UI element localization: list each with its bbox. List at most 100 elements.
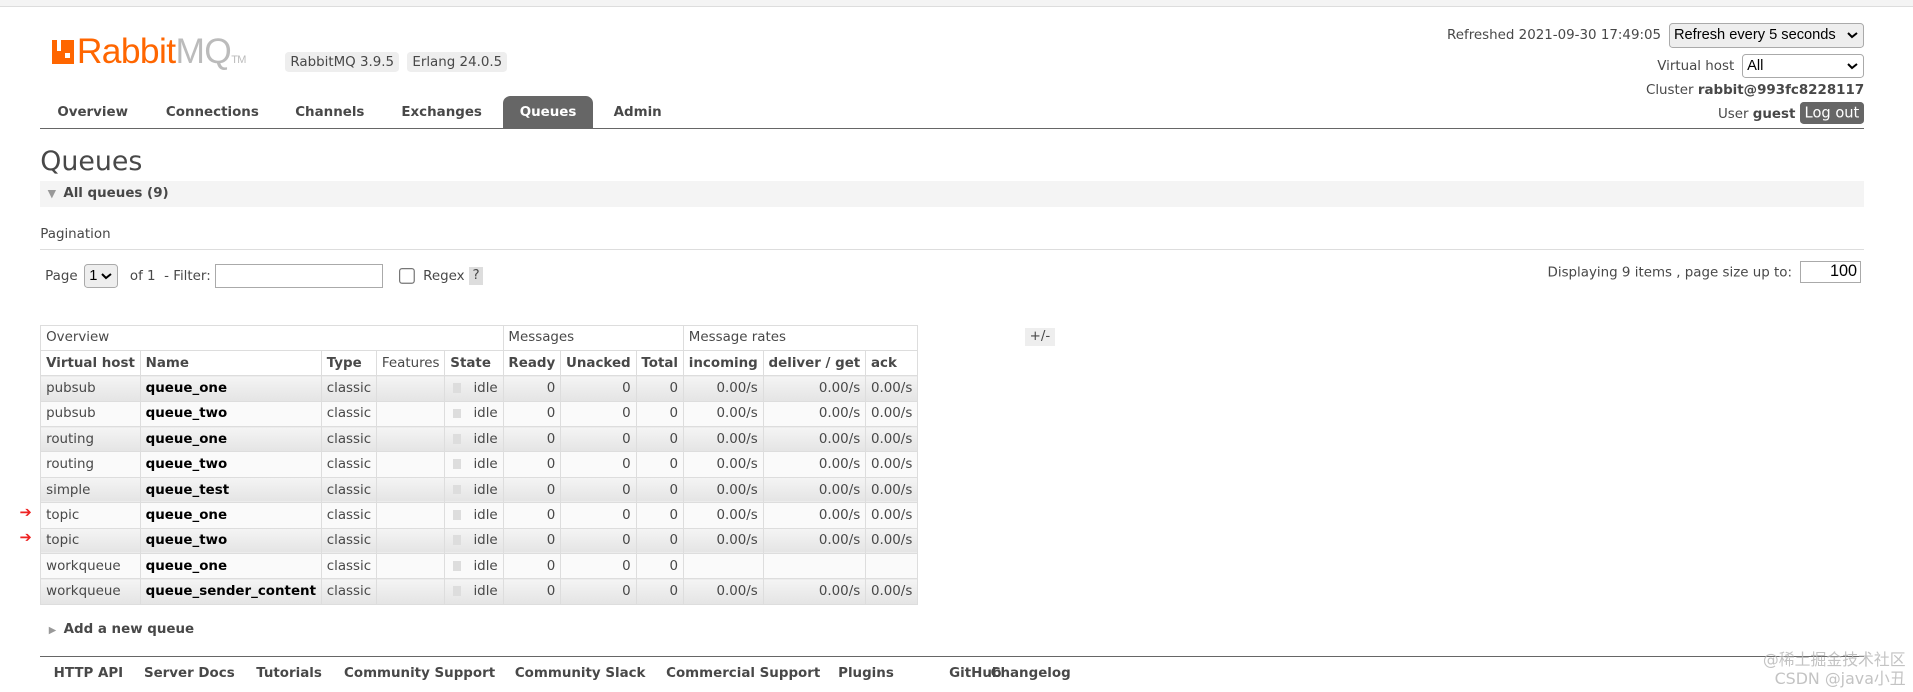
ready-cell: 0 (502, 400, 562, 428)
table-row[interactable]: topic queue_one classic idle 0 0 0 0.00/s 0.00/s… (40, 502, 919, 529)
top-bar (0, 0, 1913, 8)
incoming-cell: 0.00/s (682, 578, 764, 605)
incoming-cell: 0.00/s (682, 426, 764, 453)
queue-name-link[interactable]: queue_two (139, 451, 322, 478)
incoming-cell: 0.00/s (682, 476, 764, 504)
refresh-select[interactable]: Refresh every 5 seconds (1668, 23, 1865, 48)
column-header[interactable]: State (444, 349, 504, 377)
filter-input[interactable] (214, 263, 383, 288)
table-row[interactable]: simple queue_test classic idle 0 0 0 0.00/s 0.00… (40, 476, 919, 504)
table-row[interactable]: pubsub queue_one classic idle 0 0 0 0.00/s 0.00/… (40, 375, 919, 402)
column-header[interactable]: Unacked (560, 349, 637, 377)
tab-queues[interactable]: Queues (502, 96, 594, 129)
annotation-arrow-icon: ➔ (19, 529, 32, 547)
vhost-label: Virtual host (1657, 58, 1735, 74)
add-queue-toggle[interactable]: ▶ Add a new queue (49, 622, 194, 637)
deliver-get-cell: 0.00/s (762, 426, 867, 453)
queue-name-link[interactable]: queue_test (139, 476, 322, 504)
type-cell: classic (320, 502, 378, 529)
ack-cell: 0.00/s (865, 375, 919, 402)
tab-overview[interactable]: Overview (40, 96, 145, 128)
page-size-input[interactable] (1799, 261, 1861, 283)
ack-cell: 0.00/s (865, 578, 919, 605)
column-header[interactable]: Total (635, 349, 684, 377)
state-indicator-icon (452, 383, 462, 393)
queue-name-link[interactable]: queue_two (139, 527, 322, 555)
deliver-get-cell: 0.00/s (762, 502, 867, 529)
annotation-arrow-icon: ➔ (19, 503, 32, 521)
table-row[interactable]: routing queue_one classic idle 0 0 0 0.00/s 0.00… (40, 426, 919, 453)
queues-table: Overview Messages Message rates Virtual ho… (40, 324, 919, 605)
table-row[interactable]: topic queue_two classic idle 0 0 0 0.00/s 0.00/s… (40, 527, 919, 555)
state-indicator-icon (452, 408, 462, 419)
ready-cell: 0 (502, 502, 562, 529)
footer-plugins[interactable]: Plugins (838, 666, 894, 681)
features-cell (376, 375, 446, 402)
queue-name-link[interactable]: queue_sender_content (139, 578, 322, 605)
ready-cell: 0 (502, 527, 562, 555)
vhost-cell: workqueue (40, 553, 141, 580)
unacked-cell: 0 (560, 400, 637, 428)
of-label: of 1 (129, 268, 156, 284)
type-cell: classic (320, 527, 378, 555)
queue-name-link[interactable]: queue_two (139, 400, 322, 428)
state-indicator-icon (452, 459, 462, 470)
vhost-cell: topic (40, 527, 141, 555)
column-header[interactable]: incoming (682, 349, 764, 377)
footer: HTTP API Server Docs Tutorials Community… (40, 656, 1865, 681)
footer-commercial-support[interactable]: Commercial Support (666, 666, 820, 681)
queue-name-link[interactable]: queue_one (139, 502, 322, 529)
tab-exchanges[interactable]: Exchanges (384, 96, 499, 128)
table-row[interactable]: pubsub queue_two classic idle 0 0 0 0.00/s 0.00/… (40, 400, 919, 428)
column-header[interactable]: Ready (502, 349, 562, 377)
tab-channels[interactable]: Channels (278, 96, 381, 128)
incoming-cell: 0.00/s (682, 527, 764, 555)
column-header[interactable]: Features (376, 349, 446, 377)
footer-http-api[interactable]: HTTP API (54, 666, 124, 681)
footer-community-support[interactable]: Community Support (344, 666, 495, 681)
footer-changelog[interactable]: Changelog (991, 666, 1071, 681)
column-header[interactable]: Virtual host (40, 349, 141, 377)
table-row[interactable]: workqueue queue_one classic idle 0 0 0 (40, 553, 919, 580)
total-cell: 0 (635, 578, 684, 605)
add-queue-label: Add a new queue (63, 622, 195, 638)
tab-admin[interactable]: Admin (597, 96, 679, 128)
toggle-columns-button[interactable]: +/- (1024, 328, 1056, 346)
column-header[interactable]: deliver / get (762, 349, 867, 377)
queue-name-link[interactable]: queue_one (139, 375, 322, 402)
tab-connections[interactable]: Connections (149, 96, 276, 128)
type-cell: classic (320, 451, 378, 478)
state-label: idle (473, 533, 498, 549)
incoming-cell: 0.00/s (682, 502, 764, 529)
page-select[interactable]: 1 (84, 263, 119, 288)
state-indicator-icon (452, 484, 462, 495)
regex-help-button[interactable]: ? (468, 267, 484, 285)
type-cell: classic (320, 375, 378, 402)
rabbitmq-logo[interactable]: RabbitMQTM (52, 32, 246, 72)
unacked-cell: 0 (560, 527, 637, 555)
incoming-cell: 0.00/s (682, 451, 764, 478)
queue-name-link[interactable]: queue_one (139, 426, 322, 453)
footer-community-slack[interactable]: Community Slack (515, 666, 646, 681)
column-header[interactable]: ack (865, 349, 919, 377)
deliver-get-cell: 0.00/s (762, 476, 867, 504)
state-indicator-icon (452, 510, 462, 520)
queue-name-link[interactable]: queue_one (139, 553, 322, 580)
all-queues-toggle[interactable]: ▼ All queues (9) (40, 180, 1865, 208)
column-header[interactable]: Type (320, 349, 378, 377)
state-cell: idle (444, 502, 504, 529)
incoming-cell (682, 553, 764, 580)
footer-tutorials[interactable]: Tutorials (256, 666, 322, 681)
column-header[interactable]: Name (139, 349, 322, 377)
ready-cell: 0 (502, 476, 562, 504)
table-row[interactable]: routing queue_two classic idle 0 0 0 0.00/s 0.00… (40, 451, 919, 478)
collapse-triangle-icon: ▼ (47, 186, 56, 200)
footer-server-docs[interactable]: Server Docs (144, 666, 235, 681)
unacked-cell: 0 (560, 426, 637, 453)
table-row[interactable]: workqueue queue_sender_content classic idle… (40, 578, 919, 605)
vhost-select[interactable]: All (1742, 53, 1865, 79)
regex-checkbox[interactable] (399, 267, 416, 284)
group-overview: Overview (40, 324, 504, 351)
state-cell: idle (444, 527, 504, 555)
type-cell: classic (320, 426, 378, 453)
